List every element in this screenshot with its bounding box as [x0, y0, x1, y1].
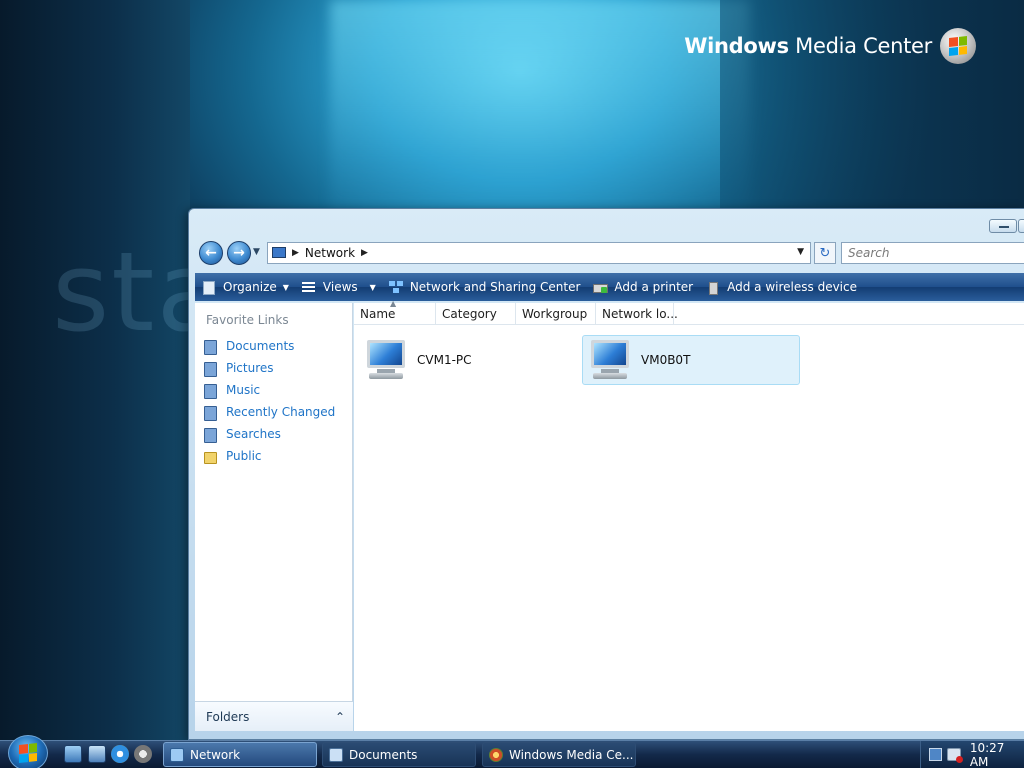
views-label: Views: [322, 280, 358, 294]
recent-pages-dropdown[interactable]: ▼: [253, 247, 260, 257]
windows-logo-icon: [940, 28, 976, 64]
column-header-workgroup[interactable]: Workgroup: [516, 303, 596, 324]
network-computer-item-selected[interactable]: VM0B0T: [582, 335, 800, 385]
folders-label: Folders: [206, 709, 250, 724]
brand-bold: Windows: [684, 34, 789, 58]
chevron-up-icon: ⌃: [334, 709, 345, 724]
internet-explorer-icon[interactable]: [111, 745, 129, 763]
column-header-label: Network lo...: [602, 307, 678, 321]
address-dropdown-icon[interactable]: ▼: [797, 247, 804, 257]
switch-windows-icon[interactable]: [88, 745, 106, 763]
favorite-link-label: Searches: [226, 427, 281, 441]
address-row: ← → ▼ ▶ Network ▶ ▼ ↻ Search: [197, 241, 1024, 265]
folder-icon: [203, 449, 217, 464]
media-center-icon: [489, 747, 503, 762]
taskbar-button-documents[interactable]: Documents: [322, 742, 476, 767]
start-button[interactable]: [8, 735, 48, 768]
network-sharing-label: Network and Sharing Center: [409, 280, 581, 294]
file-list: ▲ Name Category Workgroup Network lo... …: [354, 299, 1024, 767]
favorite-link-documents[interactable]: Documents: [195, 335, 352, 357]
column-header-network-location[interactable]: Network lo...: [596, 303, 678, 324]
column-headers: ▲ Name Category Workgroup Network lo...: [354, 299, 1024, 325]
chevron-down-icon: ▼: [282, 282, 289, 292]
column-header-label: Name: [360, 307, 396, 321]
taskbar-button-label: Documents: [349, 747, 418, 762]
address-bar[interactable]: ▶ Network ▶ ▼: [267, 242, 811, 264]
pictures-icon: [203, 361, 217, 377]
searches-icon: [203, 427, 217, 443]
documents-icon: [203, 339, 217, 355]
organize-button[interactable]: Organize ▼: [195, 273, 295, 301]
notification-area: 10:27 AM: [920, 741, 1024, 768]
media-center-icon[interactable]: [134, 745, 152, 763]
views-button[interactable]: Views ▼: [295, 273, 382, 301]
folders-toggle[interactable]: Folders ⌃: [195, 701, 353, 731]
computer-icon: [585, 338, 635, 382]
computer-name: CVM1-PC: [417, 353, 472, 367]
favorite-link-label: Recently Changed: [226, 405, 336, 419]
views-icon: [301, 280, 317, 294]
favorite-link-label: Pictures: [226, 361, 274, 375]
network-explorer-window: ← → ▼ ▶ Network ▶ ▼ ↻ Search Organize ▼ …: [188, 208, 1024, 767]
breadcrumb-arrow-icon[interactable]: ▶: [361, 248, 368, 258]
back-button[interactable]: ←: [199, 241, 223, 265]
favorite-link-recently-changed[interactable]: Recently Changed: [195, 401, 352, 423]
column-header-name[interactable]: ▲ Name: [354, 299, 436, 324]
network-status-icon[interactable]: [929, 748, 943, 761]
minimize-button[interactable]: [989, 219, 1017, 233]
column-header-category[interactable]: Category: [436, 303, 516, 324]
breadcrumb-network[interactable]: Network: [305, 246, 355, 260]
network-sharing-center-button[interactable]: Network and Sharing Center: [382, 273, 587, 301]
desktop-background-left: [0, 0, 190, 740]
taskbar-button-label: Windows Media Ce...: [509, 747, 634, 762]
organize-label: Organize: [223, 280, 277, 294]
computer-icon: [361, 338, 411, 382]
maximize-button[interactable]: [1018, 219, 1024, 233]
favorite-link-label: Public: [226, 449, 262, 463]
network-icon: [170, 747, 184, 762]
favorite-link-music[interactable]: Music: [195, 379, 352, 401]
taskbar: Network Documents Windows Media Ce... 10…: [0, 735, 1024, 768]
music-icon: [203, 383, 217, 399]
show-desktop-icon[interactable]: [64, 745, 82, 763]
network-location-icon: [272, 247, 286, 259]
brand-regular: Media Center: [795, 34, 932, 58]
search-input[interactable]: Search: [841, 242, 1024, 264]
favorite-link-label: Documents: [226, 339, 295, 353]
refresh-button[interactable]: ↻: [814, 242, 836, 264]
chevron-down-icon: ▼: [369, 282, 376, 292]
network-computer-item[interactable]: CVM1-PC: [359, 335, 569, 385]
add-printer-label: Add a printer: [614, 280, 694, 294]
column-header-label: Category: [442, 307, 497, 321]
add-printer-button[interactable]: Add a printer: [586, 273, 699, 301]
command-bar: Organize ▼ Views ▼ Network and Sharing C…: [195, 273, 1024, 301]
favorite-links-list: Documents Pictures Music Recently Change…: [195, 335, 352, 467]
taskbar-button-network[interactable]: Network: [163, 742, 317, 767]
printer-icon: [592, 280, 609, 294]
clock[interactable]: 10:27 AM: [970, 741, 1024, 768]
favorite-link-public[interactable]: Public: [195, 445, 352, 467]
recently-changed-icon: [203, 405, 217, 421]
volume-muted-icon[interactable]: [947, 748, 964, 763]
add-wireless-label: Add a wireless device: [727, 280, 857, 294]
organize-icon: [201, 280, 217, 295]
navigation-pane: Favorite Links Documents Pictures Music …: [195, 303, 353, 731]
breadcrumb-arrow-icon[interactable]: ▶: [292, 248, 299, 258]
favorite-link-label: Music: [226, 383, 261, 397]
favorite-link-pictures[interactable]: Pictures: [195, 357, 352, 379]
taskbar-button-label: Network: [190, 747, 241, 762]
documents-icon: [329, 747, 343, 762]
taskbar-button-media-center[interactable]: Windows Media Ce...: [482, 742, 636, 767]
sort-ascending-icon: ▲: [390, 299, 397, 308]
forward-button[interactable]: →: [227, 241, 251, 265]
network-icon: [388, 280, 404, 294]
add-wireless-device-button[interactable]: Add a wireless device: [699, 273, 863, 301]
windows-logo-icon: [19, 743, 37, 763]
favorite-links-heading: Favorite Links: [206, 313, 289, 327]
column-header-label: Workgroup: [522, 307, 588, 321]
wireless-device-icon: [705, 280, 721, 295]
computer-name: VM0B0T: [641, 353, 691, 367]
windows-media-center-logo: Windows Media Center: [684, 28, 976, 64]
favorite-link-searches[interactable]: Searches: [195, 423, 352, 445]
